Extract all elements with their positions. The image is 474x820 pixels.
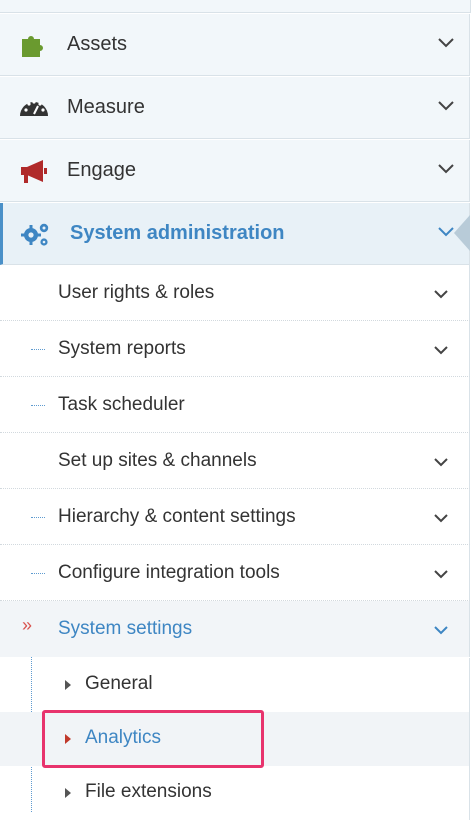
chevron-down-icon[interactable] (437, 225, 455, 237)
sub-item-label: System settings (58, 618, 193, 639)
sub-item-label: Set up sites & channels (58, 450, 257, 471)
sub-item-label: User rights & roles (58, 282, 215, 303)
sub-item-system-settings[interactable]: » System settings (0, 601, 470, 657)
annotation-highlight-box (42, 710, 264, 768)
sub-item-label: Task scheduler (58, 394, 185, 415)
tree-branch (31, 573, 45, 574)
chevron-down-icon[interactable] (433, 511, 449, 523)
menu-item-assets[interactable]: Assets (0, 14, 470, 76)
chevron-down-icon[interactable] (433, 287, 449, 299)
chevron-down-icon[interactable] (437, 99, 455, 111)
menu-item-label: System administration (70, 222, 285, 244)
sub-item-system-reports[interactable]: System reports (0, 321, 470, 377)
leaf-item-label: File extensions (85, 781, 212, 802)
sub-item-set-up-sites-channels[interactable]: Set up sites & channels (0, 433, 470, 489)
menu-item-label: Measure (67, 96, 145, 118)
caret-right-icon (65, 788, 71, 798)
leaf-item-general[interactable]: General (0, 658, 470, 712)
tree-branch (31, 405, 45, 406)
sub-item-hierarchy-content-settings[interactable]: Hierarchy & content settings (0, 489, 470, 545)
menu-item-label: Assets (67, 33, 128, 55)
megaphone-icon (18, 157, 50, 185)
tree-branch (31, 349, 45, 350)
sub-item-label: Configure integration tools (58, 562, 280, 583)
gears-icon (20, 220, 52, 248)
chevron-down-icon[interactable] (437, 162, 455, 174)
menu-item-system-administration[interactable]: System administration (0, 203, 470, 265)
chevron-down-icon[interactable] (433, 343, 449, 355)
chevron-down-icon[interactable] (433, 623, 449, 635)
selected-indicator-icon: » (22, 615, 33, 635)
menu-item-label: Engage (67, 159, 136, 181)
sub-item-user-rights-roles[interactable]: User rights & roles (0, 265, 470, 321)
sub-item-label: Hierarchy & content settings (58, 506, 296, 527)
tree-branch (31, 517, 45, 518)
active-indicator (454, 215, 470, 251)
puzzle-icon (18, 31, 50, 59)
chevron-down-icon[interactable] (433, 455, 449, 467)
menu-item-measure[interactable]: Measure (0, 77, 470, 139)
sub-item-task-scheduler[interactable]: Task scheduler (0, 377, 470, 433)
sub-item-label: System reports (58, 338, 186, 359)
menu-top-edge (0, 0, 471, 13)
sub-item-configure-integration-tools[interactable]: Configure integration tools (0, 545, 470, 601)
dashboard-gauge-icon (18, 94, 50, 122)
menu-item-engage[interactable]: Engage (0, 140, 470, 202)
leaf-item-label: General (85, 673, 153, 694)
navigation-menu: Assets Measure Engage System administrat… (0, 0, 474, 820)
caret-right-icon (65, 680, 71, 690)
chevron-down-icon[interactable] (433, 567, 449, 579)
chevron-down-icon[interactable] (437, 36, 455, 48)
